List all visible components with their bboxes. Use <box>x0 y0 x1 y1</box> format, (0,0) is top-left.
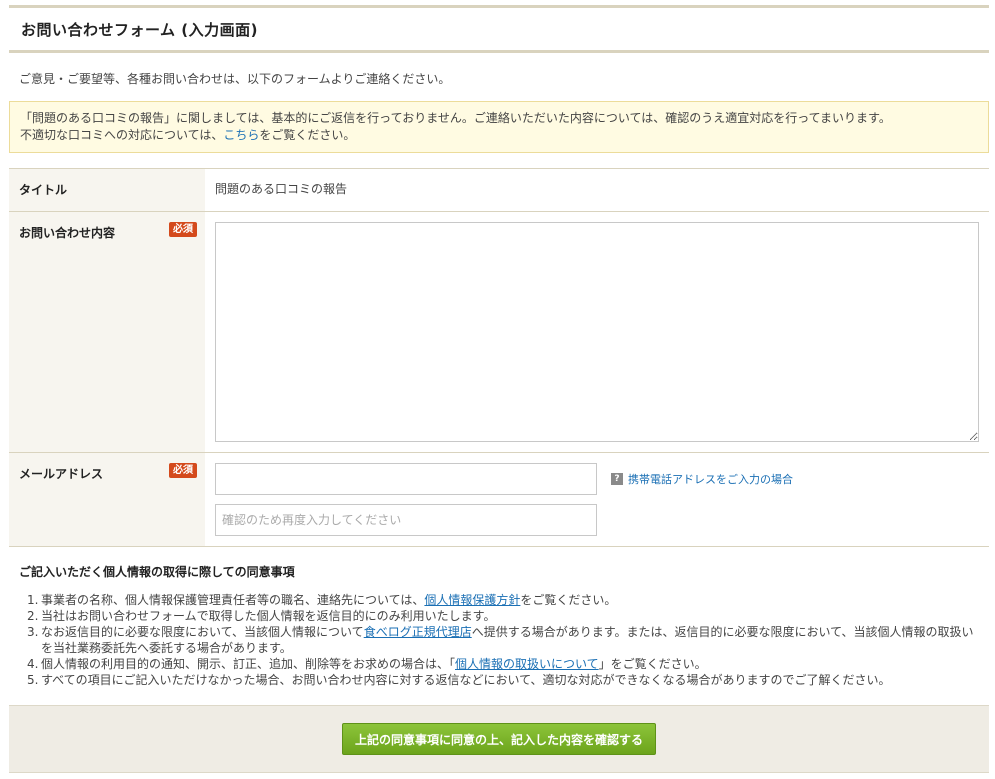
content-field-cell <box>205 212 989 452</box>
list-item-text: 事業者の名称、個人情報保護管理責任者等の職名、連絡先については、個人情報保護方針… <box>41 592 616 608</box>
content-row: お問い合わせ内容 必須 <box>9 212 989 453</box>
content-label-cell: お問い合わせ内容 必須 <box>9 212 205 452</box>
required-badge: 必須 <box>169 463 197 478</box>
list-item-text-before: なお返信目的に必要な限度において、当該個人情報について <box>41 625 364 639</box>
list-item-number: 5. <box>27 673 39 687</box>
email-input-line: ? 携帯電話アドレスをご入力の場合 <box>215 463 979 495</box>
notice-line-2-end: をご覧ください。 <box>259 128 356 142</box>
list-item-number: 3. <box>27 625 39 639</box>
title-value: 問題のある口コミの報告 <box>215 182 348 196</box>
email-field[interactable] <box>215 463 597 495</box>
mobile-help: ? 携帯電話アドレスをご入力の場合 <box>611 471 793 487</box>
page-title: お問い合わせフォーム (入力画面) <box>21 20 258 39</box>
content-label: お問い合わせ内容 <box>19 226 116 240</box>
list-item: 4. 個人情報の利用目的の通知、開示、訂正、追加、削除等をお求めの場合は、「個人… <box>27 656 984 672</box>
mobile-address-help-link[interactable]: 携帯電話アドレスをご入力の場合 <box>628 471 793 487</box>
notice-line-1: 「問題のある口コミの報告」に関しましては、基本的にご返信を行っておりません。ご連… <box>20 111 891 125</box>
list-item-text: なお返信目的に必要な限度において、当該個人情報について食べログ正規代理店へ提供す… <box>41 624 984 656</box>
authorized-agency-link[interactable]: 食べログ正規代理店 <box>364 625 472 639</box>
list-item-number: 2. <box>27 609 39 623</box>
email-label: メールアドレス <box>19 467 104 481</box>
list-item-text-after: 」をご覧ください。 <box>598 657 707 671</box>
confirm-button[interactable]: 上記の同意事項に同意の上、記入した内容を確認する <box>342 723 656 755</box>
email-confirm-line <box>215 504 979 536</box>
email-confirm-field[interactable] <box>215 504 597 536</box>
footer-bar: 上記の同意事項に同意の上、記入した内容を確認する <box>9 705 989 773</box>
privacy-policy-link[interactable]: 個人情報保護方針 <box>424 593 520 607</box>
consent-list: 1. 事業者の名称、個人情報保護管理責任者等の職名、連絡先については、個人情報保… <box>19 592 984 688</box>
email-label-cell: メールアドレス 必須 <box>9 453 205 546</box>
contact-form-page: お問い合わせフォーム (入力画面) ご意見・ご要望等、各種お問い合わせは、以下の… <box>9 0 989 779</box>
list-item-text: すべての項目にご記入いただけなかった場合、お問い合わせ内容に対する返信などにおい… <box>41 673 891 687</box>
list-item: 5. すべての項目にご記入いただけなかった場合、お問い合わせ内容に対する返信など… <box>27 672 984 688</box>
email-row: メールアドレス 必須 ? 携帯電話アドレスをご入力の場合 <box>9 453 989 547</box>
list-item-text-before: 事業者の名称、個人情報保護管理責任者等の職名、連絡先については、 <box>41 593 425 607</box>
list-item-number: 4. <box>27 657 39 671</box>
title-row: タイトル 問題のある口コミの報告 <box>9 169 989 212</box>
list-item: 1. 事業者の名称、個人情報保護管理責任者等の職名、連絡先については、個人情報保… <box>27 592 984 608</box>
page-header: お問い合わせフォーム (入力画面) <box>9 5 989 53</box>
intro-text: ご意見・ご要望等、各種お問い合わせは、以下のフォームよりご連絡ください。 <box>19 72 451 86</box>
notice-line-2: 不適切な口コミへの対応については、こちらをご覧ください。 <box>20 127 978 144</box>
required-badge: 必須 <box>169 222 197 237</box>
personal-info-handling-link[interactable]: 個人情報の取扱いについて <box>455 657 599 671</box>
list-item-number: 1. <box>27 593 39 607</box>
form-table: タイトル 問題のある口コミの報告 お問い合わせ内容 必須 メールアドレス 必須 <box>9 168 989 547</box>
list-item: 2. 当社はお問い合わせフォームで取得した個人情報を返信目的にのみ利用いたします… <box>27 608 984 624</box>
notice-box: 「問題のある口コミの報告」に関しましては、基本的にご返信を行っておりません。ご連… <box>9 101 989 153</box>
title-label: タイトル <box>9 169 205 211</box>
list-item-text: 当社はお問い合わせフォームで取得した個人情報を返信目的にのみ利用いたします。 <box>41 609 496 623</box>
consent-section: ご記入いただく個人情報の取得に際しての同意事項 1. 事業者の名称、個人情報保護… <box>19 563 984 688</box>
list-item: 3. なお返信目的に必要な限度において、当該個人情報について食べログ正規代理店へ… <box>27 624 984 656</box>
notice-here-link[interactable]: こちら <box>223 128 259 142</box>
list-item-text-before: 個人情報の利用目的の通知、開示、訂正、追加、削除等をお求めの場合は、「 <box>41 657 456 671</box>
consent-heading: ご記入いただく個人情報の取得に際しての同意事項 <box>19 565 295 579</box>
list-item-text-after: をご覧ください。 <box>520 593 617 607</box>
notice-line-2-text: 不適切な口コミへの対応については、 <box>20 128 224 142</box>
list-item-text: 個人情報の利用目的の通知、開示、訂正、追加、削除等をお求めの場合は、「個人情報の… <box>41 656 707 672</box>
inquiry-content-textarea[interactable] <box>215 222 979 442</box>
question-icon: ? <box>611 473 623 485</box>
email-field-cell: ? 携帯電話アドレスをご入力の場合 <box>205 453 989 546</box>
